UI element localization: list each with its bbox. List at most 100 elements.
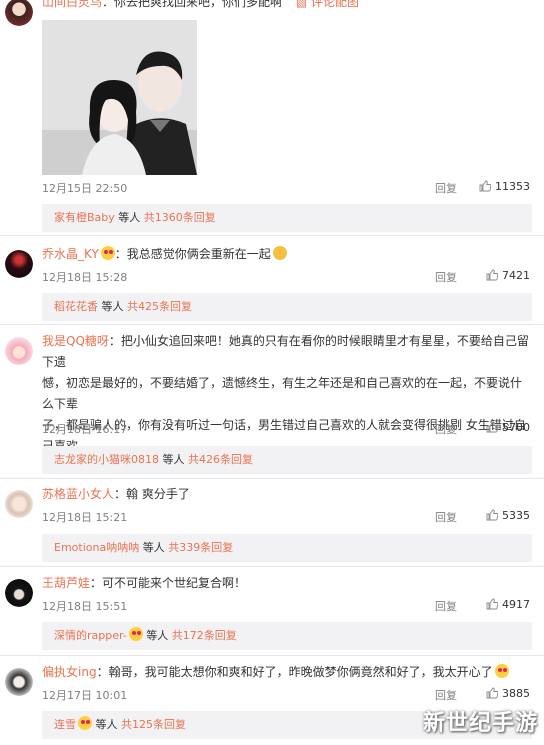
comment-time: 12月17日 10:01 <box>42 689 128 702</box>
sub-reply-mid: 等人 <box>139 541 169 554</box>
thumbs-up-icon <box>479 180 491 192</box>
comment-text: 乔水晶_KY ：我总感觉你俩会重新在一起 <box>42 244 532 265</box>
comment-time: 12月15日 22:50 <box>42 182 128 195</box>
thumbs-up-icon <box>486 687 498 699</box>
comment-meta: 12月15日 22:50 回复 11353 <box>42 180 532 196</box>
divider <box>0 655 544 656</box>
like-button[interactable]: 5335 <box>486 509 530 522</box>
sub-reply-mid: 等人 <box>159 453 188 466</box>
comment-username[interactable]: 偏执女ing <box>42 665 97 679</box>
like-button[interactable]: 7421 <box>486 269 530 282</box>
avatar[interactable] <box>5 337 33 365</box>
comment-username[interactable]: 我是QQ糖呀 <box>42 334 109 348</box>
comment-time: 12月18日 15:51 <box>42 600 128 613</box>
comment-text: 苏格蓝小女人：翰 爽分手了 <box>42 484 532 505</box>
image-link-label: 评论配图 <box>311 0 360 9</box>
divider <box>0 566 544 567</box>
comment-username[interactable]: 苏格蓝小女人 <box>42 487 114 501</box>
image-icon: ▧ <box>295 0 308 9</box>
comment-time: 12月18日 16:17 <box>42 423 128 436</box>
comment-image-link[interactable]: ▧ 评论配图 <box>296 0 359 9</box>
comment-text: 山间白灵鸟：你去把爽找回来吧，你们多配啊 ▧ 评论配图 <box>42 0 532 13</box>
sub-reply-user[interactable]: 连雪 <box>54 718 76 731</box>
comment-meta: 12月18日 16:17 回复 5700 <box>42 421 532 437</box>
like-button[interactable]: 3885 <box>486 687 530 700</box>
sub-replies[interactable]: 深情的rapper- 等人 共172条回复 <box>42 622 532 650</box>
like-count: 3885 <box>502 687 530 700</box>
comment-time: 12月18日 15:28 <box>42 271 128 284</box>
comment-body-line: 憾，初恋是最好的，不要结婚了，遗憾终生，有生之年还是和自己喜欢的在一起，不要说什… <box>42 376 523 411</box>
avatar[interactable] <box>5 490 33 518</box>
avatar[interactable] <box>5 579 33 607</box>
sub-reply-mid: 等人 <box>92 718 121 731</box>
divider <box>0 235 544 236</box>
comment-time: 12月18日 15:21 <box>42 511 128 524</box>
reply-button[interactable]: 回复 <box>435 598 457 614</box>
comment-meta: 12月18日 15:21 回复 5335 <box>42 509 532 525</box>
like-count: 7421 <box>502 269 530 282</box>
thumbs-up-icon <box>486 509 498 521</box>
reply-button[interactable]: 回复 <box>435 421 457 437</box>
heart-eyes-emoji-icon <box>100 246 115 260</box>
like-count: 5335 <box>502 509 530 522</box>
like-count: 4917 <box>502 598 530 611</box>
comment-username[interactable]: 山间白灵鸟 <box>42 0 102 9</box>
sub-replies[interactable]: 家有橙Baby 等人 共1360条回复 <box>42 204 532 232</box>
divider <box>0 324 544 325</box>
heart-eyes-emoji-icon <box>78 716 92 730</box>
thumbs-up-icon <box>486 598 498 610</box>
comment-body-line: ：把小仙女追回来吧！她真的只有在看你的时候眼睛里才有星星，不要给自己留下遗 <box>42 334 529 369</box>
sub-replies[interactable]: 稻花花香 等人 共425条回复 <box>42 293 532 321</box>
comment-feed: 山间白灵鸟：你去把爽找回来吧，你们多配啊 ▧ 评论配图 12月15日 22:50… <box>0 0 544 745</box>
watermark-logo: 新世纪手游 <box>422 711 538 736</box>
sub-reply-user[interactable]: 志龙家的小猫咪0818 <box>54 453 159 466</box>
thumbs-up-icon <box>486 421 498 433</box>
like-button[interactable]: 5700 <box>486 421 530 434</box>
sub-replies[interactable]: Emotiona呐呐呐 等人 共339条回复 <box>42 534 532 562</box>
sub-reply-user[interactable]: 稻花花香 <box>54 300 98 313</box>
sub-reply-count[interactable]: 共339条回复 <box>168 541 233 554</box>
comment-username[interactable]: 乔水晶_KY <box>42 247 99 261</box>
sub-reply-user[interactable]: 深情的rapper- <box>54 629 127 642</box>
reply-button[interactable]: 回复 <box>435 509 457 525</box>
reply-button[interactable]: 回复 <box>435 269 457 285</box>
comment-text: 偏执女ing：翰哥，我可能太想你和爽和好了，昨晚做梦你俩竟然和好了，我太开心了 <box>42 662 532 683</box>
heart-eyes-emoji-icon <box>494 664 509 678</box>
comment-body: ：你去把爽找回来吧，你们多配啊 <box>102 0 283 9</box>
like-button[interactable]: 11353 <box>479 180 530 193</box>
sub-reply-count[interactable]: 共1360条回复 <box>144 211 216 224</box>
sub-reply-mid: 等人 <box>114 211 144 224</box>
avatar[interactable] <box>5 250 33 278</box>
comment-meta: 12月17日 10:01 回复 3885 <box>42 687 532 703</box>
avatar[interactable] <box>5 668 33 696</box>
comment-photo[interactable] <box>42 20 197 175</box>
sub-replies[interactable]: 志龙家的小猫咪0818 等人 共426条回复 <box>42 446 532 474</box>
sub-reply-mid: 等人 <box>98 300 127 313</box>
like-button[interactable]: 4917 <box>486 598 530 611</box>
like-count: 11353 <box>495 180 530 193</box>
sub-reply-user[interactable]: Emotiona呐呐呐 <box>54 541 139 554</box>
sub-reply-user[interactable]: 家有橙Baby <box>54 211 115 224</box>
cat-emoji-icon <box>272 246 287 260</box>
comment-username[interactable]: 王葫芦娃 <box>42 576 90 590</box>
comment-meta: 12月18日 15:51 回复 4917 <box>42 598 532 614</box>
sub-reply-count[interactable]: 共425条回复 <box>127 300 192 313</box>
couple-photo <box>42 20 197 175</box>
heart-eyes-emoji-icon <box>128 627 143 641</box>
comment-body: ：我总感觉你俩会重新在一起 <box>114 247 271 261</box>
comment-body: ：翰 爽分手了 <box>114 487 190 501</box>
divider <box>0 478 544 479</box>
comment-text: 王葫芦娃：可不可能来个世纪复合啊！ <box>42 573 532 594</box>
sub-reply-count[interactable]: 共125条回复 <box>121 718 186 731</box>
comment-meta: 12月18日 15:28 回复 7421 <box>42 269 532 285</box>
reply-button[interactable]: 回复 <box>435 180 457 196</box>
comment-body: ：可不可能来个世纪复合啊！ <box>90 576 247 590</box>
sub-reply-count[interactable]: 共172条回复 <box>172 629 237 642</box>
like-count: 5700 <box>502 421 530 434</box>
comment-body: ：翰哥，我可能太想你和爽和好了，昨晚做梦你俩竟然和好了，我太开心了 <box>96 665 493 679</box>
sub-reply-count[interactable]: 共426条回复 <box>188 453 253 466</box>
sub-reply-mid: 等人 <box>142 629 172 642</box>
reply-button[interactable]: 回复 <box>435 687 457 703</box>
avatar[interactable] <box>5 0 33 26</box>
thumbs-up-icon <box>486 269 498 281</box>
